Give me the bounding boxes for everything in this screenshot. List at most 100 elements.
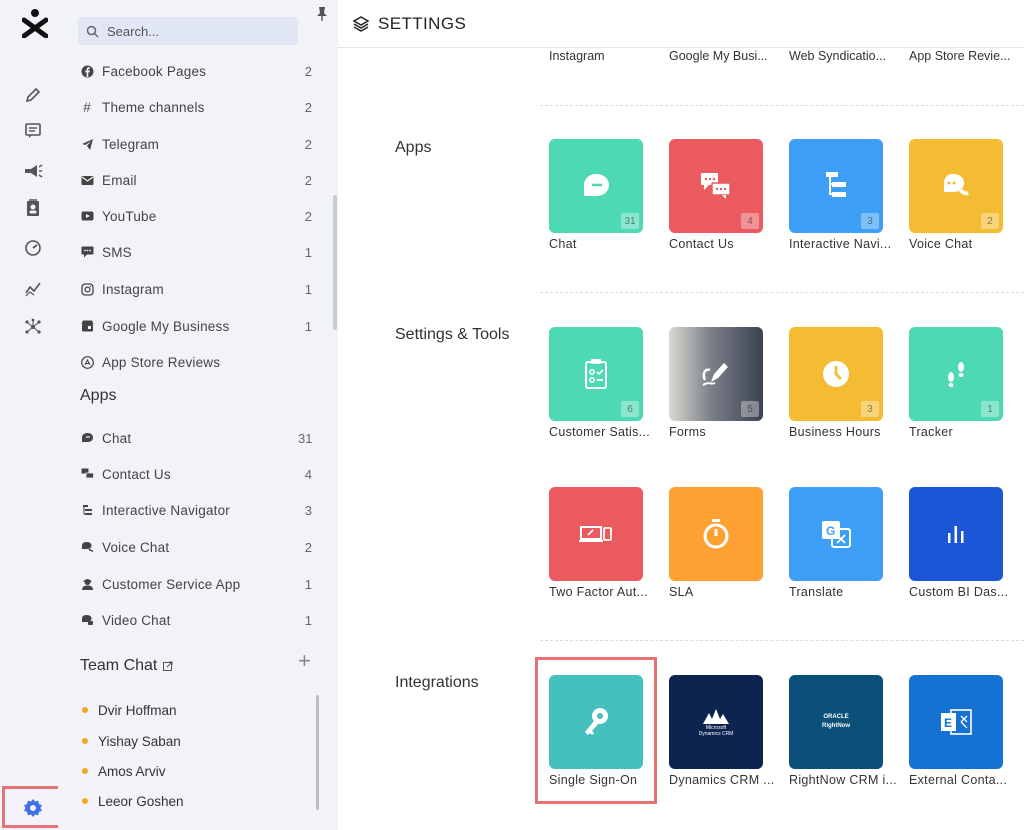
panel-scrollbar[interactable] [333,195,337,330]
tile-rightnow-crm[interactable]: ORACLE RightNow [789,675,883,769]
channel-count: 2 [304,136,312,152]
tile-two-factor-auth[interactable] [549,487,643,581]
channel-item-app-store-reviews[interactable]: App Store Reviews [80,352,312,372]
search-icon [86,25,99,38]
pin-icon[interactable] [316,6,328,22]
channel-panel: Facebook Pages 2 # Theme channels 2 Tele… [58,0,338,830]
message-icon[interactable] [22,120,44,142]
channel-item-youtube[interactable]: YouTube 2 [80,206,312,226]
tile-label[interactable]: Dynamics CRM ... [669,773,781,787]
tile-label[interactable]: Forms [669,425,781,439]
youtube-icon [80,209,94,223]
tile-label[interactable]: Chat [549,237,661,251]
app-item-contact-us[interactable]: Contact Us 4 [80,464,312,484]
tile-badge: 4 [741,213,759,229]
dashboard-gauge-icon[interactable] [22,237,44,259]
tile-label[interactable]: Custom BI Das... [909,585,1021,599]
search-input[interactable] [107,23,277,39]
app-label: Customer Service App [102,576,241,592]
tile-tracker[interactable]: 1 [909,327,1003,421]
exchange-letter: E [944,716,952,730]
contact-bubbles-icon [701,173,731,199]
network-icon[interactable] [22,316,44,338]
tile-label[interactable]: Interactive Navi... [789,237,901,251]
presence-dot [82,738,88,744]
tile-label[interactable]: Customer Satis... [549,425,661,439]
search-box[interactable] [78,17,298,45]
tile-label[interactable]: App Store Revie... [909,49,1019,63]
tile-badge: 2 [981,213,999,229]
page-header: SETTINGS [352,14,466,34]
app-item-customer-service[interactable]: Customer Service App 1 [80,574,312,594]
app-logo-icon[interactable] [22,8,48,38]
tile-forms[interactable]: 5 [669,327,763,421]
channel-item-facebook[interactable]: Facebook Pages 2 [80,61,312,81]
stopwatch-icon [703,519,729,549]
channel-label: Email [102,172,137,188]
hash-icon: # [83,99,91,115]
member-name: Amos Arviv [98,763,166,779]
app-count: 4 [304,466,312,482]
app-item-voice-chat[interactable]: Voice Chat 2 [80,537,312,557]
tile-sla[interactable] [669,487,763,581]
tile-external-contacts[interactable]: E [909,675,1003,769]
tile-label[interactable]: SLA [669,585,781,599]
tile-label[interactable]: Translate [789,585,901,599]
megaphone-icon[interactable] [22,160,44,182]
tile-label[interactable]: Single Sign-On [549,773,661,787]
tile-label[interactable]: Voice Chat [909,237,1021,251]
channel-item-instagram[interactable]: Instagram 1 [80,279,312,299]
tile-dynamics-crm[interactable]: Microsoft Dynamics CRM [669,675,763,769]
channel-item-telegram[interactable]: Telegram 2 [80,134,312,154]
pencil-icon[interactable] [22,84,44,106]
voice-chat-icon [80,540,94,554]
tile-label[interactable]: Web Syndicatio... [789,49,899,63]
oracle-rightnow-icon: ORACLE RightNow [822,714,850,729]
tile-contact-us[interactable]: 4 [669,139,763,233]
channel-item-email[interactable]: Email 2 [80,170,312,190]
footprints-icon [948,362,964,387]
tile-business-hours[interactable]: 3 [789,327,883,421]
app-item-video-chat[interactable]: Video Chat 1 [80,610,312,630]
channel-label: SMS [102,244,132,260]
app-item-chat[interactable]: Chat 31 [80,428,312,448]
team-member[interactable]: Dvir Hoffman [82,701,282,719]
team-chat-title[interactable]: Team Chat [80,657,173,675]
tile-translate[interactable]: G [789,487,883,581]
tile-interactive-navigator[interactable]: 3 [789,139,883,233]
app-item-interactive-navigator[interactable]: Interactive Navigator 3 [80,500,312,520]
team-chat-label: Team Chat [80,657,158,674]
tile-label[interactable]: Instagram [549,49,659,63]
tile-label[interactable]: Tracker [909,425,1021,439]
tile-label[interactable]: RightNow CRM i... [789,773,901,787]
channel-label: App Store Reviews [102,354,221,370]
tile-label[interactable]: External Conta... [909,773,1021,787]
header-divider [338,47,1024,48]
analytics-icon[interactable] [22,277,44,299]
add-team-chat-plus-icon[interactable]: + [298,650,311,672]
tile-customer-satisfaction[interactable]: 6 [549,327,643,421]
team-chat-scrollbar[interactable] [316,695,319,810]
tile-label[interactable]: Business Hours [789,425,901,439]
contacts-icon[interactable] [22,197,44,219]
tile-chat[interactable]: 31 [549,139,643,233]
team-member[interactable]: Yishay Saban [82,732,282,750]
channel-item-sms[interactable]: SMS 1 [80,242,312,262]
tile-voice-chat[interactable]: 2 [909,139,1003,233]
tile-label[interactable]: Contact Us [669,237,781,251]
channel-item-theme-channels[interactable]: # Theme channels 2 [80,97,312,117]
tile-single-sign-on[interactable] [549,675,643,769]
sms-icon [80,245,94,259]
tile-label[interactable]: Two Factor Aut... [549,585,661,599]
tile-custom-bi-dashboard[interactable] [909,487,1003,581]
two-factor-icon [579,526,612,542]
channel-label: Google My Business [102,318,230,334]
team-member[interactable]: Leeor Goshen [82,792,282,810]
channel-count: 1 [304,281,312,297]
tile-label[interactable]: Google My Busi... [669,49,779,63]
team-member[interactable]: Amos Arviv [82,762,282,780]
presence-dot [82,768,88,774]
settings-gear-icon[interactable] [23,798,43,818]
telegram-icon [80,137,94,151]
channel-item-google-my-business[interactable]: Google My Business 1 [80,316,312,336]
